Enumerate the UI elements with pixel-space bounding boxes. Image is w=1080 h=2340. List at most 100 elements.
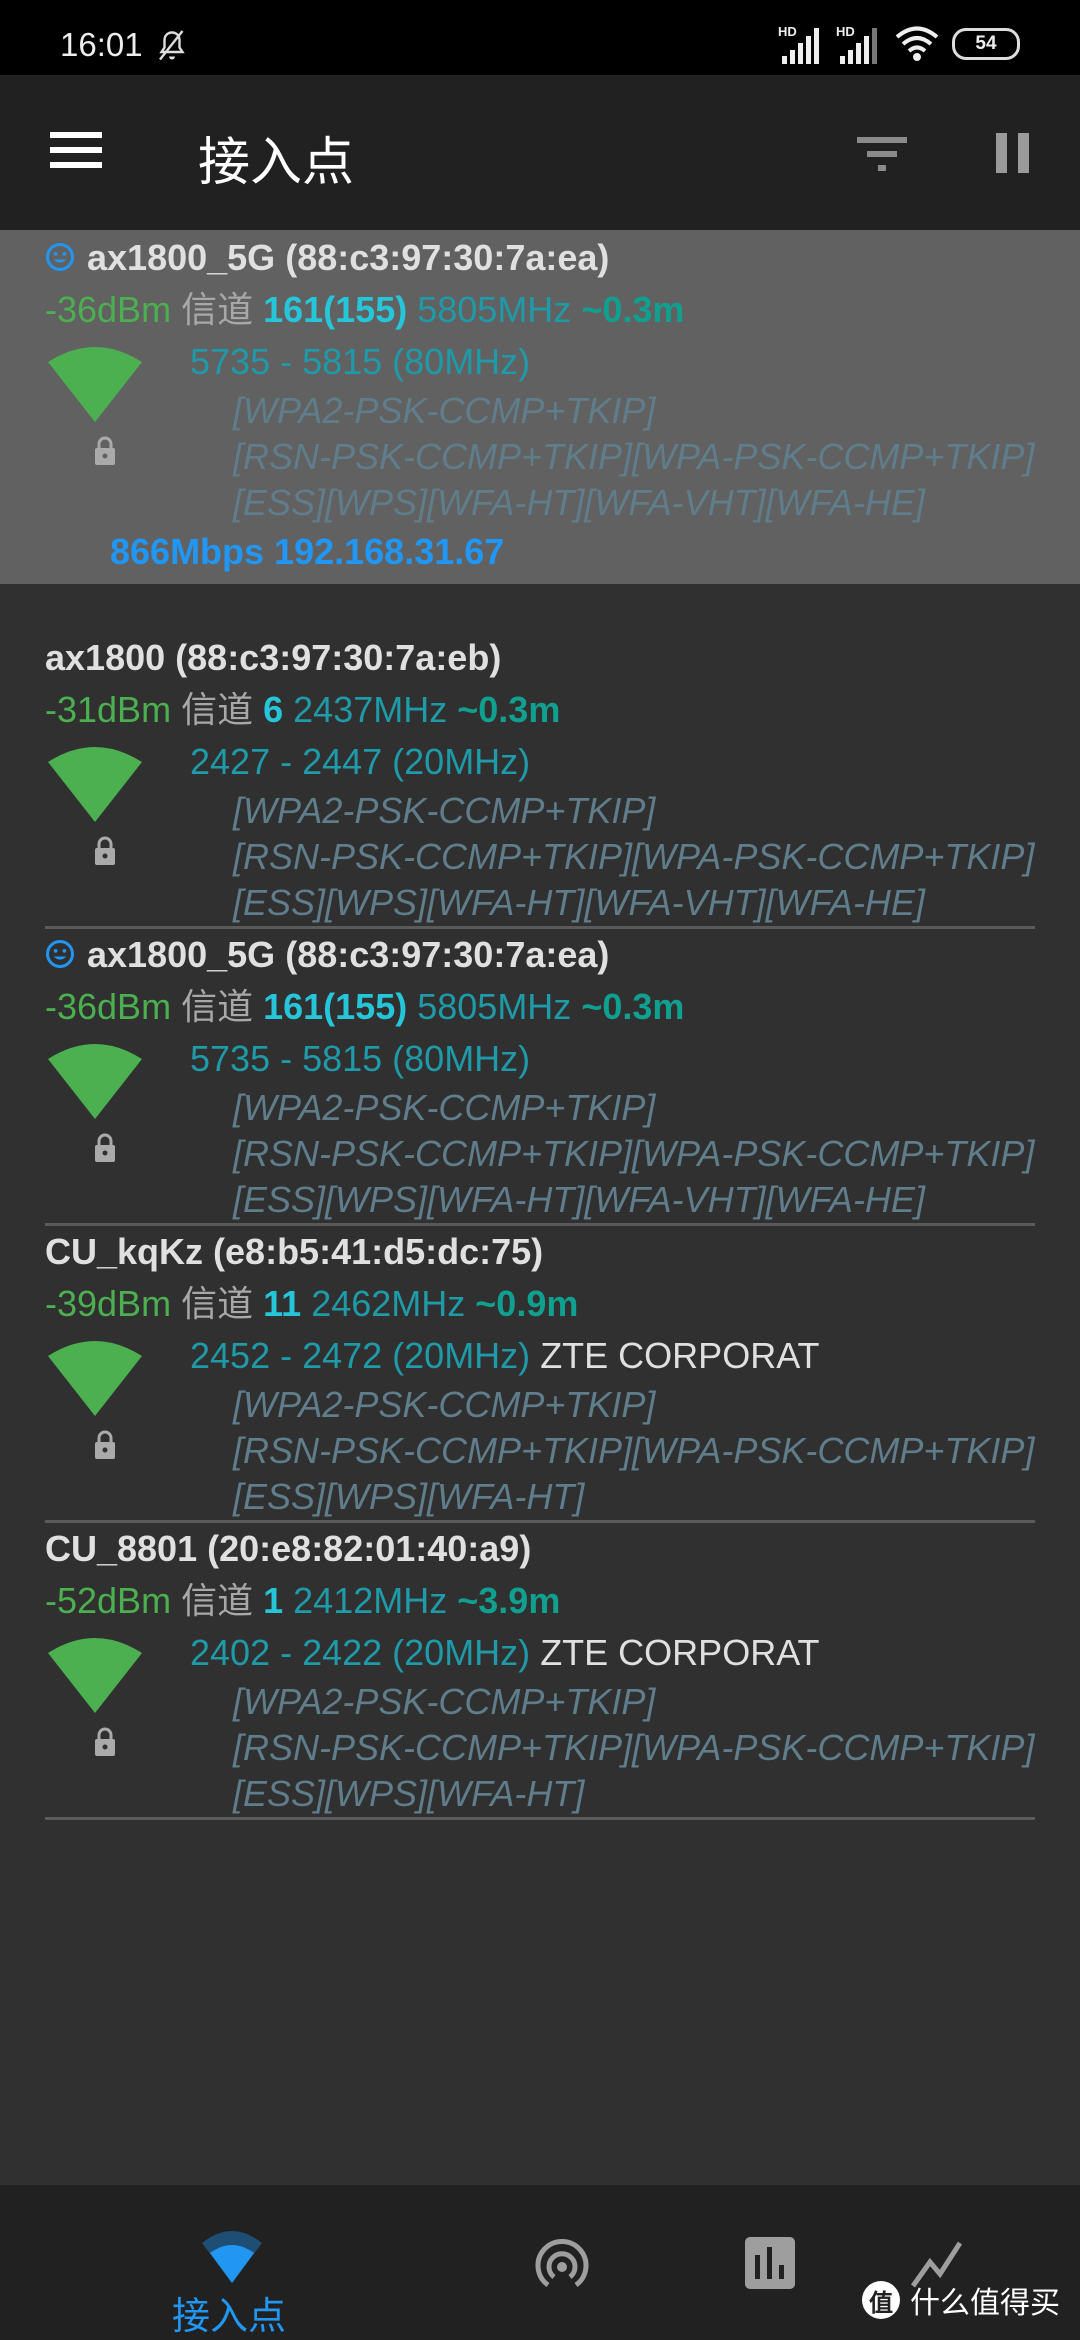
wifi-signal-icon: [48, 1044, 142, 1119]
nav-tab-channel-rating[interactable]: [500, 2185, 620, 2340]
watermark-logo: 值: [862, 2281, 900, 2319]
ap-ssid: CU_8801: [45, 1528, 198, 1569]
wifi-signal-icon: [48, 1341, 142, 1416]
nav-tab-channel-graph[interactable]: [710, 2185, 830, 2340]
ap-security: [ESS][WPS][WFA-HT][WFA-VHT][WFA-HE]: [233, 882, 925, 923]
wifi-status-icon: [895, 26, 939, 61]
access-point-item[interactable]: CU_8801 (20:e8:82:01:40:a9) -52dBm 信道 1 …: [0, 1523, 1080, 1817]
ap-frequency-range: 5735 - 5815 (80MHz): [190, 1038, 531, 1079]
ap-ssid: ax1800_5G: [87, 237, 276, 278]
ap-channel-label: 信道: [181, 1283, 254, 1324]
nav-tab-access-points[interactable]: 接入点: [150, 2185, 310, 2340]
pause-icon[interactable]: [996, 133, 1030, 173]
ap-ssid: ax1800_5G: [87, 934, 276, 975]
ap-frequency: 5805MHz: [417, 289, 572, 330]
lock-icon: [95, 1133, 115, 1162]
ap-frequency-range: 5735 - 5815 (80MHz): [190, 341, 531, 382]
filter-icon[interactable]: [855, 133, 909, 173]
lock-icon: [95, 1430, 115, 1459]
ap-security: [ESS][WPS][WFA-HT][WFA-VHT][WFA-HE]: [233, 1179, 925, 1220]
ap-bssid: (e8:b5:41:d5:dc:75): [213, 1231, 544, 1272]
ap-channel: 11: [263, 1283, 302, 1324]
ap-channel-label: 信道: [181, 689, 254, 730]
ap-channel-label: 信道: [181, 986, 254, 1027]
ap-frequency: 2437MHz: [293, 689, 448, 730]
ap-security: [WPA2-PSK-CCMP+TKIP]: [233, 1087, 656, 1128]
ap-distance: ~3.9m: [457, 1580, 561, 1621]
access-point-item[interactable]: ax1800_5G (88:c3:97:30:7a:ea) -36dBm 信道 …: [0, 929, 1080, 1223]
ap-security: [RSN-PSK-CCMP+TKIP][WPA-PSK-CCMP+TKIP]: [233, 836, 1035, 877]
wifi-access-point-icon: [202, 2231, 262, 2283]
watermark: 值 什么值得买: [862, 2278, 1060, 2322]
lock-icon: [95, 836, 115, 865]
access-point-list: ax1800_5G (88:c3:97:30:7a:ea) -36dBm 信道 …: [0, 230, 1080, 1820]
app-bar: 接入点: [0, 75, 1080, 230]
ap-ssid: ax1800: [45, 637, 166, 678]
nav-tab-label: 接入点: [172, 2296, 287, 2338]
wifi-signal-icon: [48, 347, 142, 422]
ap-ssid: CU_kqKz: [45, 1231, 204, 1272]
ap-security: [WPA2-PSK-CCMP+TKIP]: [233, 790, 656, 831]
ap-signal-dbm: -52dBm: [45, 1580, 172, 1621]
bottom-navigation: 接入点 值 什么值得买: [0, 2185, 1080, 2340]
ap-signal-dbm: -36dBm: [45, 289, 172, 330]
access-point-item[interactable]: CU_kqKz (e8:b5:41:d5:dc:75) -39dBm 信道 11…: [0, 1226, 1080, 1520]
ap-security: [ESS][WPS][WFA-HT]: [233, 1773, 585, 1814]
ap-link-info: 866Mbps 192.168.31.67: [110, 531, 505, 572]
connected-smiley-icon: [46, 243, 74, 271]
ap-security: [RSN-PSK-CCMP+TKIP][WPA-PSK-CCMP+TKIP]: [233, 436, 1035, 477]
ap-signal-dbm: -36dBm: [45, 986, 172, 1027]
status-time: 16:01: [60, 26, 143, 63]
access-point-item[interactable]: ax1800 (88:c3:97:30:7a:eb) -31dBm 信道 6 2…: [0, 632, 1080, 926]
ap-bssid: (88:c3:97:30:7a:eb): [175, 637, 502, 678]
ap-frequency-range: 2452 - 2472 (20MHz): [190, 1335, 531, 1376]
wifi-signal-icon: [48, 747, 142, 822]
bar-chart-icon: [745, 2237, 795, 2289]
notifications-off-icon: [159, 30, 185, 61]
ap-security: [WPA2-PSK-CCMP+TKIP]: [233, 390, 656, 431]
ap-channel: 6: [263, 689, 284, 730]
ap-frequency: 5805MHz: [417, 986, 572, 1027]
menu-icon[interactable]: [50, 132, 102, 172]
divider: [45, 1817, 1035, 1820]
ap-channel-label: 信道: [181, 289, 254, 330]
ap-signal-dbm: -39dBm: [45, 1283, 172, 1324]
ap-distance: ~0.3m: [457, 689, 561, 730]
ap-frequency: 2462MHz: [311, 1283, 466, 1324]
ap-security: [ESS][WPS][WFA-HT]: [233, 1476, 585, 1517]
ap-frequency-range: 2427 - 2447 (20MHz): [190, 741, 531, 782]
connected-smiley-icon: [46, 940, 74, 968]
page-title: 接入点: [198, 134, 355, 192]
cellular-signal-2-icon: HD: [836, 24, 882, 64]
ap-bssid: (88:c3:97:30:7a:ea): [285, 934, 610, 975]
wifi-signal-icon: [48, 1638, 142, 1713]
ap-security: [RSN-PSK-CCMP+TKIP][WPA-PSK-CCMP+TKIP]: [233, 1133, 1035, 1174]
ap-bssid: (88:c3:97:30:7a:ea): [285, 237, 610, 278]
lock-icon: [95, 436, 115, 465]
status-bar: 16:01 HD HD 54: [0, 0, 1080, 75]
ap-channel: 1: [263, 1580, 284, 1621]
ap-distance: ~0.9m: [475, 1283, 579, 1324]
ap-channel: 161(155): [263, 289, 408, 330]
lock-icon: [95, 1727, 115, 1756]
ap-security: [RSN-PSK-CCMP+TKIP][WPA-PSK-CCMP+TKIP]: [233, 1727, 1035, 1768]
cellular-signal-1-icon: HD: [778, 24, 824, 64]
ap-security: [WPA2-PSK-CCMP+TKIP]: [233, 1384, 656, 1425]
watermark-text: 什么值得买: [910, 2287, 1060, 2320]
ap-frequency-range: 2402 - 2422 (20MHz): [190, 1632, 531, 1673]
ap-frequency: 2412MHz: [293, 1580, 448, 1621]
ap-signal-dbm: -31dBm: [45, 689, 172, 730]
ap-security: [WPA2-PSK-CCMP+TKIP]: [233, 1681, 656, 1722]
ap-distance: ~0.3m: [581, 289, 685, 330]
ap-vendor: ZTE CORPORAT: [540, 1335, 820, 1376]
access-point-item[interactable]: ax1800_5G (88:c3:97:30:7a:ea) -36dBm 信道 …: [0, 230, 1080, 584]
ap-bssid: (20:e8:82:01:40:a9): [207, 1528, 532, 1569]
ap-distance: ~0.3m: [581, 986, 685, 1027]
channel-rating-icon: [535, 2239, 589, 2288]
ap-security: [RSN-PSK-CCMP+TKIP][WPA-PSK-CCMP+TKIP]: [233, 1430, 1035, 1471]
battery-indicator: 54: [952, 28, 1020, 60]
ap-vendor: ZTE CORPORAT: [540, 1632, 820, 1673]
ap-security: [ESS][WPS][WFA-HT][WFA-VHT][WFA-HE]: [233, 482, 925, 523]
ap-channel: 161(155): [263, 986, 408, 1027]
ap-channel-label: 信道: [181, 1580, 254, 1621]
